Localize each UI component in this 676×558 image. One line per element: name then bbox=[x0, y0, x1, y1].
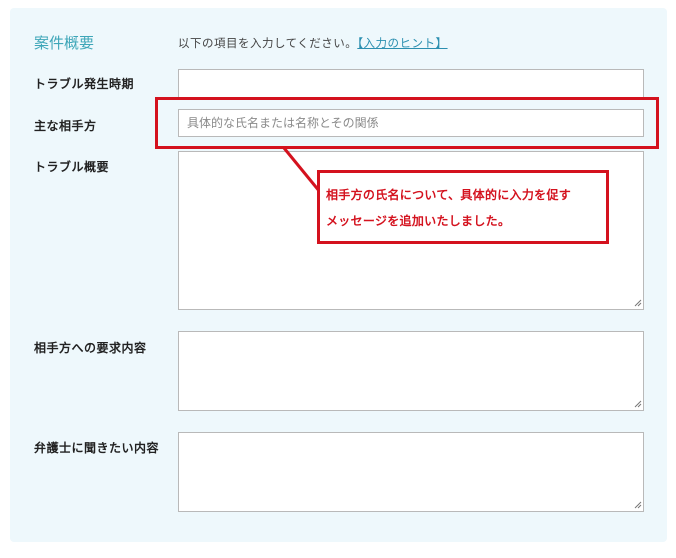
annotation-connector bbox=[282, 147, 322, 193]
annotation-callout: 相手方の氏名について、具体的に入力を促す メッセージを追加いたしました。 bbox=[317, 170, 609, 244]
annotation-highlight-box bbox=[155, 97, 659, 149]
annotation-line-1: 相手方の氏名について、具体的に入力を促す bbox=[326, 188, 572, 202]
annotation-line-2: メッセージを追加いたしました。 bbox=[326, 214, 511, 228]
